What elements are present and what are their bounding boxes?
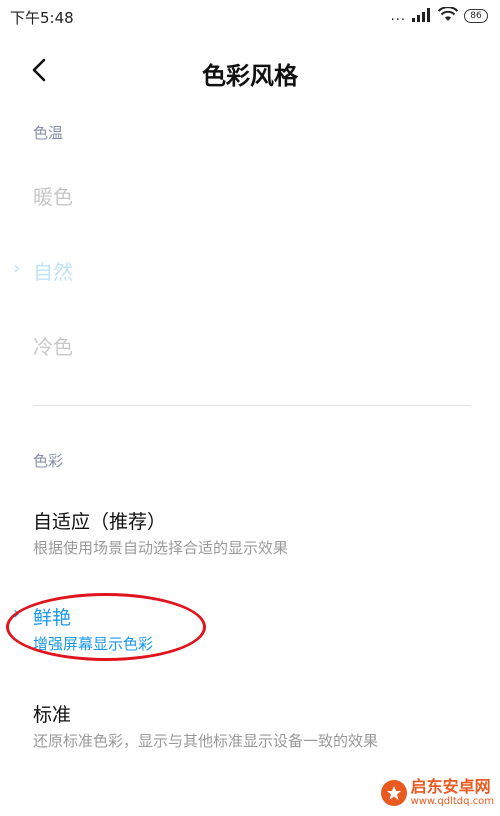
page-title: 色彩风格 [202,62,298,90]
more-dots-icon: ... [390,8,406,24]
color-option-title: 自适应（推荐） [33,511,167,533]
temp-option-warm[interactable]: 暖色 [33,181,73,210]
watermark-url: www.qdltdq.com [410,796,494,807]
divider [33,405,471,406]
watermark: 启东安卓网 www.qdltdq.com [380,777,494,808]
wifi-icon [437,5,459,26]
section-label-color-temperature: 色温 [33,124,64,142]
color-option-adaptive[interactable]: 自适应（推荐） 根据使用场景自动选择合适的显示效果 [0,507,500,577]
check-icon: › [13,258,21,279]
color-option-subtitle: 还原标准色彩，显示与其他标准显示设备一致的效果 [33,732,379,750]
check-icon: › [13,603,21,624]
temp-option-cool[interactable]: 冷色 [33,331,73,360]
color-option-title: 标准 [33,704,72,726]
status-icons: ... 86 [390,5,488,26]
status-bar: 下午5:48 ... 86 [0,0,500,32]
color-option-vivid[interactable]: › 鲜艳 增强屏幕显示色彩 [0,603,500,673]
battery-icon: 86 [464,9,488,23]
header: 色彩风格 [0,40,500,100]
color-option-subtitle: 根据使用场景自动选择合适的显示效果 [33,539,289,557]
section-label-color: 色彩 [33,452,64,470]
watermark-logo-icon [380,780,407,806]
signal-icon [412,7,432,26]
color-option-standard[interactable]: 标准 还原标准色彩，显示与其他标准显示设备一致的效果 [0,700,500,770]
color-option-subtitle: 增强屏幕显示色彩 [33,635,154,653]
status-time: 下午5:48 [10,9,74,27]
watermark-name: 启东安卓网 [410,777,491,796]
color-option-title: 鲜艳 [33,607,72,629]
temp-option-natural[interactable]: 自然 [33,256,73,285]
